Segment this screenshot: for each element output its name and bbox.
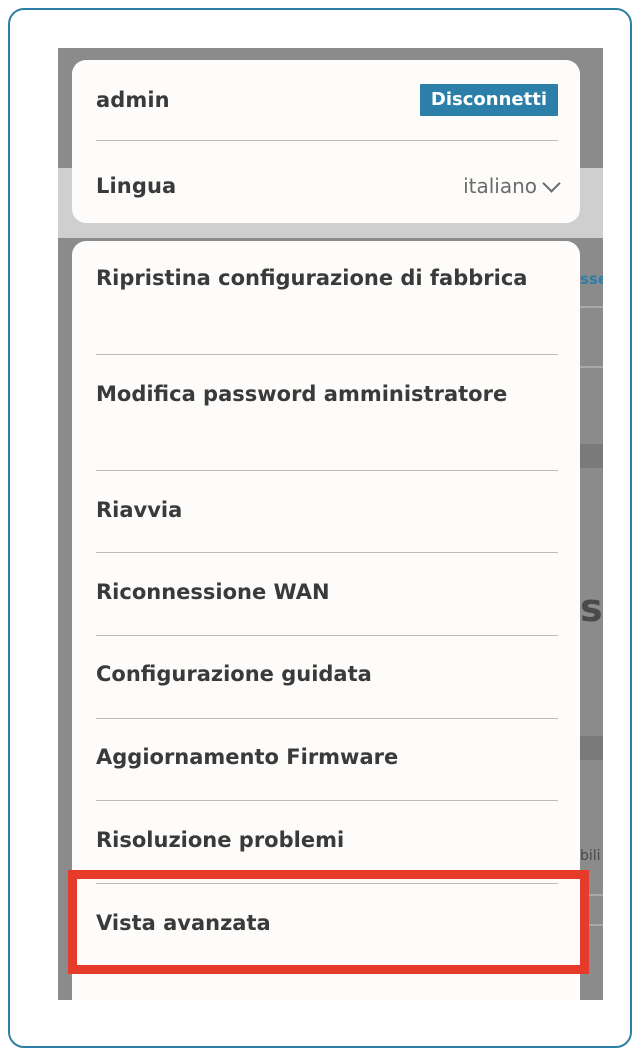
- language-row: Lingua italiano: [96, 167, 561, 205]
- menu-item-setup-wizard[interactable]: Configurazione guidata: [96, 661, 558, 688]
- divider: [96, 140, 558, 141]
- menu-item-firmware-update[interactable]: Aggiornamento Firmware: [96, 744, 558, 771]
- menu-item-troubleshooting[interactable]: Risoluzione problemi: [96, 827, 558, 854]
- language-select[interactable]: italiano: [463, 173, 561, 198]
- bg-text-fragment: st: [580, 586, 603, 630]
- menu-item-change-admin-password[interactable]: Modifica password amministratore: [96, 381, 558, 408]
- bg-text-fragment: bili: [580, 848, 601, 864]
- divider: [96, 354, 558, 355]
- settings-menu: Ripristina configurazione di fabbrica Mo…: [72, 241, 580, 1000]
- divider: [96, 635, 558, 636]
- username-label: admin: [96, 88, 170, 112]
- app-screenshot: sse st bili admin Disconnetti Lingua ita…: [58, 48, 603, 1000]
- divider: [96, 470, 558, 471]
- chevron-down-icon: [542, 173, 561, 193]
- account-row: admin Disconnetti: [96, 82, 558, 118]
- divider: [96, 552, 558, 553]
- bg-separator: [580, 894, 603, 896]
- bg-text-fragment: sse: [580, 270, 603, 288]
- account-card: admin Disconnetti Lingua italiano: [72, 60, 580, 223]
- bg-separator: [580, 924, 603, 926]
- divider: [96, 800, 558, 801]
- menu-item-advanced-view[interactable]: Vista avanzata: [96, 910, 558, 937]
- bg-separator: [580, 306, 603, 308]
- menu-item-factory-reset[interactable]: Ripristina configurazione di fabbrica: [96, 265, 558, 292]
- bg-section-strip: [580, 444, 603, 468]
- divider: [96, 883, 558, 884]
- bg-section-strip: [580, 736, 603, 760]
- language-value: italiano: [463, 174, 537, 198]
- bg-separator: [580, 366, 603, 368]
- divider: [96, 966, 558, 967]
- menu-item-reboot[interactable]: Riavvia: [96, 497, 558, 524]
- menu-item-wan-reconnect[interactable]: Riconnessione WAN: [96, 579, 558, 606]
- language-label: Lingua: [96, 174, 177, 198]
- divider: [96, 718, 558, 719]
- logout-button[interactable]: Disconnetti: [419, 84, 558, 116]
